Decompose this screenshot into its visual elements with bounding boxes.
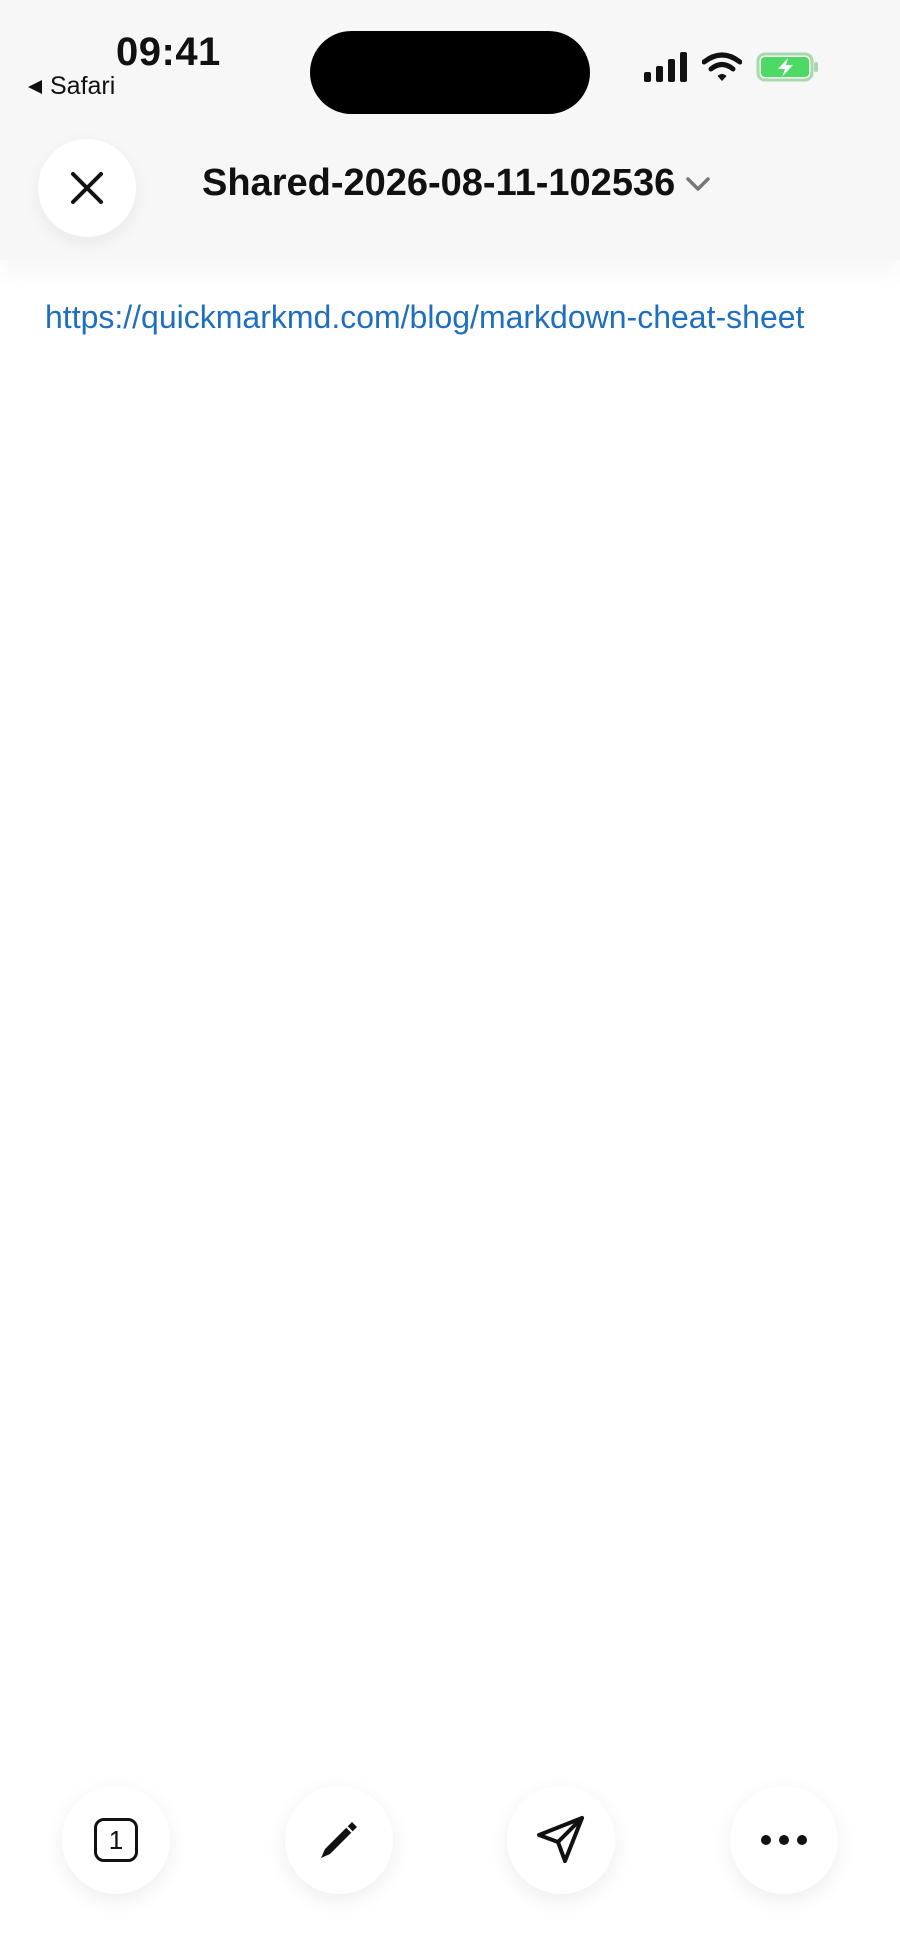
pencil-icon [321, 1822, 357, 1858]
battery-charging-icon [756, 52, 818, 82]
more-button[interactable] [730, 1786, 838, 1894]
document-content[interactable]: https://quickmarkmd.com/blog/markdown-ch… [45, 290, 835, 344]
back-triangle-icon [28, 79, 42, 94]
close-icon [71, 172, 103, 204]
document-title-menu[interactable]: Shared-2026-08-11-102536 [202, 162, 711, 205]
wifi-icon [702, 52, 742, 81]
bottom-toolbar: 1 [0, 1786, 900, 1894]
tabs-count-icon: 1 [94, 1818, 138, 1862]
edit-button[interactable] [285, 1786, 393, 1894]
status-time: 09:41 [116, 30, 221, 74]
screen: 09:41 Safari Shared-2026-08-11-102536 ht… [0, 0, 900, 1956]
back-to-app-button[interactable]: Safari [26, 72, 115, 101]
back-app-label: Safari [50, 72, 116, 100]
tabs-button[interactable]: 1 [62, 1786, 170, 1894]
cellular-signal-icon [644, 52, 687, 82]
url-link[interactable]: https://quickmarkmd.com/blog/markdown-ch… [45, 290, 835, 344]
more-icon [761, 1835, 807, 1845]
close-button[interactable] [38, 139, 136, 237]
dynamic-island [310, 31, 590, 114]
document-title: Shared-2026-08-11-102536 [202, 162, 676, 204]
send-icon [537, 1816, 584, 1863]
share-button[interactable] [507, 1786, 615, 1894]
chevron-down-icon [686, 176, 710, 191]
status-icons [644, 52, 820, 82]
